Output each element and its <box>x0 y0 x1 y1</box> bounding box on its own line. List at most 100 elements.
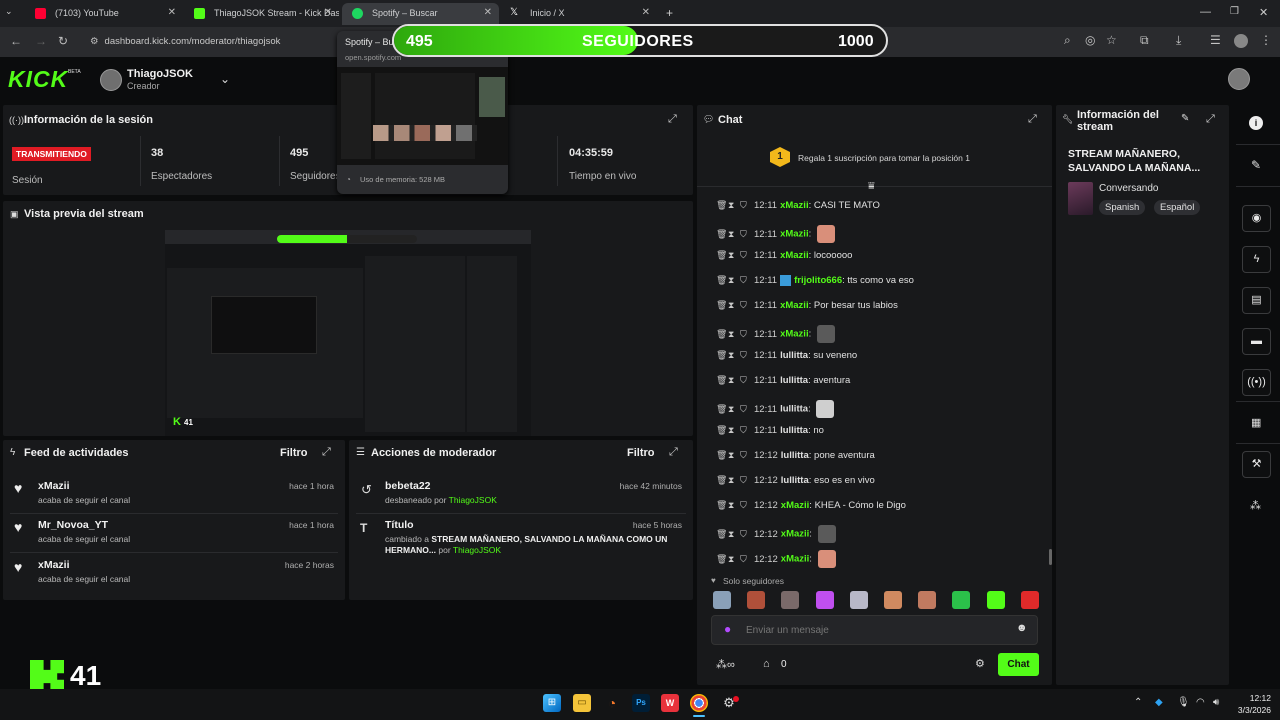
trash-icon[interactable]: 🗑︎ <box>716 275 728 286</box>
trash-icon[interactable]: 🗑︎ <box>716 500 728 511</box>
chat-message[interactable]: 🗑︎⧗ ⛉ 12:12 xMazii: KHEA - Cómo le Digo <box>716 500 906 516</box>
site-info-icon[interactable]: ⚙ <box>90 36 99 47</box>
trash-icon[interactable]: 🗑︎ <box>716 404 728 415</box>
chat-message-field[interactable] <box>746 620 1006 640</box>
expand-icon[interactable]: ⤢ <box>322 446 331 459</box>
emoji-picker-icon[interactable]: ☻ <box>1016 622 1028 634</box>
mic-icon[interactable]: ● <box>724 622 731 636</box>
chat-username[interactable]: xMazii <box>780 250 809 261</box>
community-icon[interactable]: ⁂∞ <box>716 658 735 671</box>
back-icon[interactable]: ← <box>10 34 22 48</box>
trash-icon[interactable]: 🗑︎ <box>716 329 728 340</box>
chat-username[interactable]: lullitta <box>780 350 808 361</box>
chrome-icon[interactable] <box>690 694 708 712</box>
reload-icon[interactable]: ↻ <box>58 34 68 48</box>
community-icon[interactable]: ⁂ <box>1250 499 1261 512</box>
ban-shield-icon[interactable]: ⛉ <box>740 500 752 511</box>
trash-icon[interactable]: 🗑︎ <box>716 475 728 486</box>
timeout-hourglass-icon[interactable]: ⧗ <box>728 554 740 565</box>
ban-shield-icon[interactable]: ⛉ <box>740 350 752 361</box>
chat-emote[interactable] <box>816 225 835 243</box>
chat-input[interactable]: ● ☻ <box>711 615 1038 645</box>
timeout-hourglass-icon[interactable]: ⧗ <box>728 350 740 361</box>
ban-shield-icon[interactable]: ⛉ <box>740 475 752 486</box>
trash-icon[interactable]: 🗑︎ <box>716 529 728 540</box>
ban-shield-icon[interactable]: ⛉ <box>740 450 752 461</box>
chat-message[interactable]: 🗑︎⧗ ⛉ 12:11 xMazii: <box>716 225 835 243</box>
extensions-icon[interactable]: ⧉ <box>1140 33 1149 48</box>
chat-send-button[interactable]: Chat <box>998 653 1039 676</box>
chat-message[interactable]: 🗑︎⧗ ⛉ 12:11 lullitta: su veneno <box>716 350 857 366</box>
forward-icon[interactable]: → <box>35 34 47 48</box>
timeout-hourglass-icon[interactable]: ⧗ <box>728 250 740 261</box>
lightning-icon[interactable]: ϟ <box>1242 246 1271 273</box>
activity-user[interactable]: Mr_Novoa_YT <box>38 519 108 531</box>
chat-message[interactable]: 🗑︎⧗ ⛉ 12:12 lullitta: eso es en vivo <box>716 475 875 491</box>
close-tab-icon[interactable]: ✕ <box>484 7 492 18</box>
ban-shield-icon[interactable]: ⛉ <box>740 425 752 436</box>
trash-icon[interactable]: 🗑︎ <box>716 450 728 461</box>
chat-message[interactable]: 🗑︎⧗ ⛉ 12:11 xMazii: <box>716 325 835 343</box>
trash-icon[interactable]: 🗑︎ <box>716 425 728 436</box>
expand-icon[interactable]: ⤢ <box>1028 113 1037 126</box>
chat-settings-gear-icon[interactable]: ⚙ <box>975 657 985 670</box>
reading-list-icon[interactable]: ☰ <box>1210 33 1221 47</box>
emote-shortcut[interactable] <box>884 591 902 609</box>
emote-shortcut[interactable] <box>952 591 971 609</box>
emote-shortcut[interactable] <box>918 591 937 609</box>
close-tab-icon[interactable]: ✕ <box>168 7 176 18</box>
maximize-button[interactable]: ❐ <box>1230 6 1239 17</box>
timeout-hourglass-icon[interactable]: ⧗ <box>728 200 740 211</box>
timeout-hourglass-icon[interactable]: ⧗ <box>728 500 740 511</box>
broadcast-icon[interactable]: ((•)) <box>1242 369 1271 396</box>
emote-shortcut[interactable] <box>713 591 731 609</box>
chat-emote[interactable] <box>817 550 836 568</box>
timeout-hourglass-icon[interactable]: ⧗ <box>728 329 740 340</box>
zoom-icon[interactable]: ⌕ <box>1064 33 1071 48</box>
ban-shield-icon[interactable]: ⛉ <box>740 375 752 386</box>
category-thumbnail[interactable] <box>1068 182 1093 215</box>
ban-shield-icon[interactable]: ⛉ <box>740 229 752 240</box>
timeout-hourglass-icon[interactable]: ⧗ <box>728 375 740 386</box>
chat-emote[interactable] <box>817 525 836 543</box>
minimize-button[interactable]: — <box>1200 6 1211 18</box>
trash-icon[interactable]: 🗑︎ <box>716 350 728 361</box>
trash-icon[interactable]: 🗑︎ <box>716 229 728 240</box>
trash-icon[interactable]: 🗑︎ <box>716 375 728 386</box>
trash-icon[interactable]: 🗑︎ <box>716 300 728 311</box>
emote-shortcut[interactable] <box>815 591 834 609</box>
chat-username[interactable]: xMazii <box>781 500 810 511</box>
ban-shield-icon[interactable]: ⛉ <box>740 404 752 415</box>
activity-user[interactable]: xMazii <box>38 559 70 571</box>
close-tab-icon[interactable]: ✕ <box>642 7 650 18</box>
chat-username[interactable]: lullitta <box>781 450 809 461</box>
chat-username[interactable]: xMazii <box>781 554 810 565</box>
store-icon[interactable]: ⌂ <box>763 658 770 670</box>
blender-icon[interactable]: ◔ <box>603 694 621 712</box>
clock-date[interactable]: 3/3/2026 <box>1228 705 1271 715</box>
chat-message[interactable]: 🗑︎⧗ ⛉ 12:12 lullitta: pone aventura <box>716 450 875 466</box>
chat-username[interactable]: xMazii <box>780 229 809 240</box>
tab-list-button[interactable]: ⌄ <box>5 6 21 20</box>
tag-chip[interactable]: Spanish <box>1099 200 1146 215</box>
chat-message[interactable]: 🗑︎⧗ ⛉ 12:11 xMazii: CASI TE MATO <box>716 200 880 216</box>
kick-logo[interactable]: KICK <box>8 66 68 93</box>
pin-collapse-icon[interactable]: ⩸ <box>868 180 875 193</box>
ban-shield-icon[interactable]: ⛉ <box>740 200 752 211</box>
expand-icon[interactable]: ⤢ <box>668 113 677 126</box>
start-icon[interactable]: ⊞ <box>543 694 561 712</box>
avatar[interactable] <box>100 69 122 91</box>
mod-filter-button[interactable]: Filtro <box>627 447 655 459</box>
file-explorer-icon[interactable]: ▭ <box>573 694 591 712</box>
user-avatar[interactable] <box>1228 68 1250 90</box>
expand-icon[interactable]: ⤢ <box>1206 113 1215 126</box>
timeout-hourglass-icon[interactable]: ⧗ <box>728 529 740 540</box>
close-tab-icon[interactable]: ✕ <box>324 7 332 18</box>
timeout-hourglass-icon[interactable]: ⧗ <box>728 229 740 240</box>
ban-shield-icon[interactable]: ⛉ <box>740 275 752 286</box>
mic-tray-icon[interactable]: 🎙︎ <box>1177 697 1190 708</box>
emote-shortcut[interactable] <box>747 591 766 609</box>
bookmark-star-icon[interactable]: ☆ <box>1106 33 1117 47</box>
chat-message[interactable]: 🗑︎⧗ ⛉ 12:11 lullitta: no <box>716 425 824 441</box>
timeout-hourglass-icon[interactable]: ⧗ <box>728 425 740 436</box>
